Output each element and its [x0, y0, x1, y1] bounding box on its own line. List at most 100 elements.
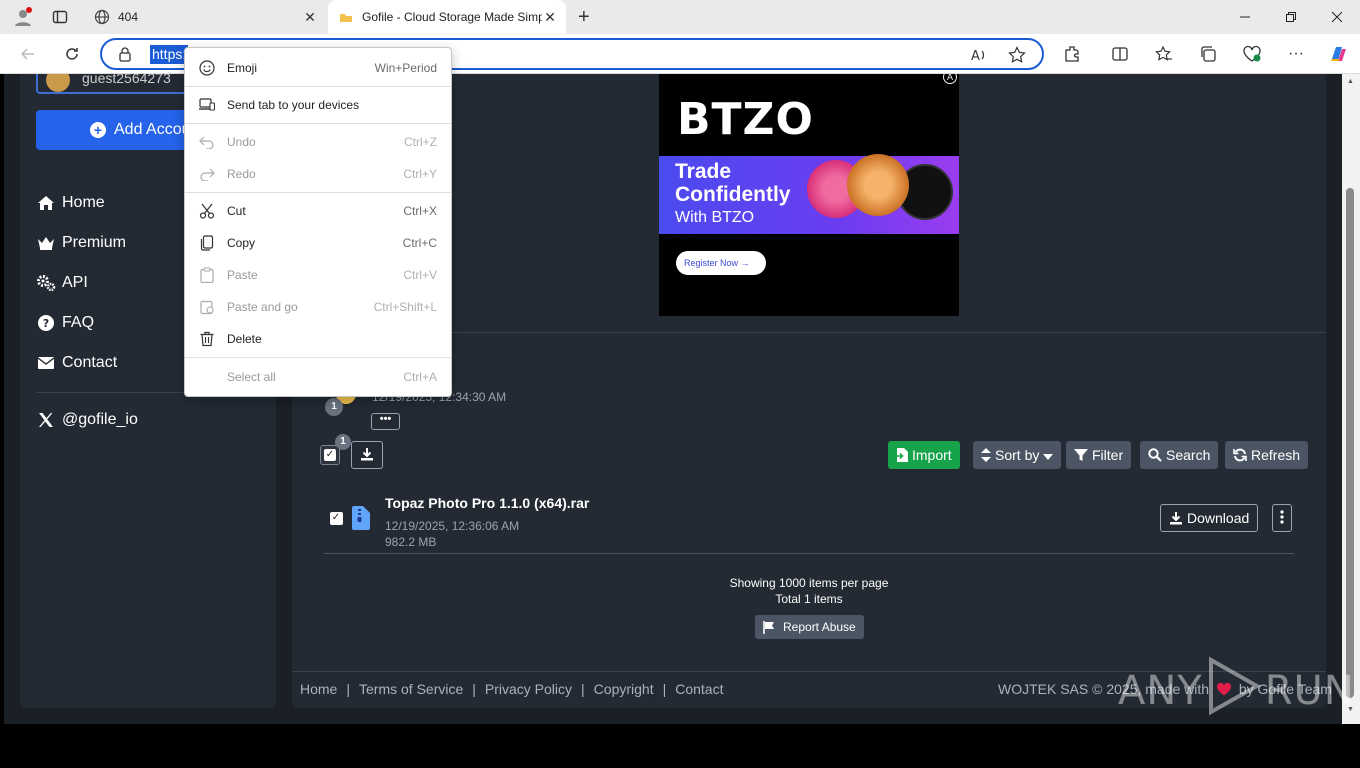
sidebar-item-label: FAQ [62, 314, 95, 331]
favorites-icon[interactable] [1154, 44, 1174, 64]
extensions-icon[interactable] [1062, 44, 1082, 64]
tab-title: Gofile - Cloud Storage Made Simp [362, 10, 542, 24]
menu-item-label: Undo [227, 135, 256, 149]
download-selected-button[interactable] [351, 441, 383, 469]
sidebar-item-premium[interactable]: Premium [36, 231, 126, 255]
tab-gofile[interactable]: Gofile - Cloud Storage Made Simp ✕ [328, 0, 566, 34]
menu-item-undo[interactable]: Undo Ctrl+Z [185, 126, 451, 158]
minimize-icon[interactable] [1222, 0, 1268, 34]
tab-404[interactable]: 404 ✕ [84, 0, 326, 34]
sidebar-item-twitter[interactable]: @gofile_io [36, 408, 138, 432]
footer-link-contact[interactable]: Contact [675, 681, 723, 697]
footer-link-privacy[interactable]: Privacy Policy [485, 681, 572, 697]
svg-text:?: ? [43, 317, 49, 330]
close-icon[interactable]: ✕ [542, 9, 558, 25]
question-circle-icon: ? [36, 313, 56, 333]
menu-separator [185, 192, 451, 193]
anyrun-watermark: ANY RUN [1118, 656, 1355, 726]
sidebar-item-label: Home [62, 194, 105, 211]
more-menu-icon[interactable]: ··· [1286, 44, 1306, 64]
selected-count-badge: 1 [335, 434, 351, 450]
ad-register-button[interactable]: Register Now → [676, 251, 766, 275]
sidebar-item-label: Contact [62, 354, 118, 371]
close-window-icon[interactable] [1314, 0, 1360, 34]
menu-item-copy[interactable]: Copy Ctrl+C [185, 227, 451, 259]
menu-item-send-tab[interactable]: Send tab to your devices [185, 89, 451, 121]
globe-icon [94, 9, 110, 25]
menu-item-shortcut: Ctrl+C [402, 236, 437, 250]
close-icon[interactable]: ✕ [302, 9, 318, 25]
footer-link-home[interactable]: Home [300, 681, 337, 697]
menu-item-paste-and-go[interactable]: Paste and go Ctrl+Shift+L [185, 291, 451, 323]
copilot-icon[interactable] [1328, 44, 1348, 64]
file-more-button[interactable] [1272, 504, 1292, 532]
menu-item-shortcut: Ctrl+V [403, 268, 437, 282]
sidebar-item-contact[interactable]: Contact [36, 351, 117, 375]
menu-item-shortcut: Ctrl+Shift+L [373, 300, 437, 314]
caret-down-icon [1043, 447, 1054, 463]
file-checkbox[interactable]: ✓ [328, 510, 344, 526]
filter-button[interactable]: Filter [1066, 441, 1132, 469]
browser-essentials-icon[interactable] [1242, 44, 1262, 64]
favorite-star-icon[interactable] [1008, 46, 1026, 69]
download-button[interactable]: Download [1160, 504, 1259, 532]
sort-by-label: Sort by [995, 447, 1040, 463]
sidebar-item-faq[interactable]: ? FAQ [36, 311, 94, 335]
lock-icon[interactable] [118, 46, 132, 67]
file-date: 12/19/2025, 12:36:06 AM [385, 519, 520, 533]
menu-item-cut[interactable]: Cut Ctrl+X [185, 195, 451, 227]
sort-icon [981, 448, 991, 462]
url-text[interactable]: https: [150, 45, 189, 64]
scrollbar-thumb[interactable] [1346, 188, 1354, 698]
table-row: ✓ Topaz Photo Pro 1.1.0 (x64).rar 12/19/… [324, 482, 1294, 554]
context-menu: Emoji Win+Period Send tab to your device… [184, 47, 452, 397]
svg-text:A: A [971, 49, 980, 64]
back-icon[interactable] [14, 40, 42, 68]
emoji-icon [199, 60, 215, 76]
folder-count-badge: 1 [325, 398, 343, 416]
flag-icon [763, 620, 775, 634]
read-aloud-icon[interactable]: A [970, 46, 988, 69]
paste-go-icon [199, 299, 215, 315]
menu-item-delete[interactable]: Delete [185, 323, 451, 355]
account-name: guest2564273 [82, 74, 171, 86]
refresh-icon [1233, 448, 1247, 462]
sidebar-item-api[interactable]: API [36, 271, 88, 295]
footer-separator: | [472, 681, 476, 697]
sort-by-button[interactable]: Sort by [973, 441, 1062, 469]
check-icon: ✓ [324, 449, 336, 461]
copy-icon [199, 235, 215, 251]
menu-item-redo[interactable]: Redo Ctrl+Y [185, 158, 451, 190]
menu-item-emoji[interactable]: Emoji Win+Period [185, 52, 451, 84]
footer-link-terms[interactable]: Terms of Service [359, 681, 463, 697]
report-abuse-button[interactable]: Report Abuse [755, 615, 864, 639]
gofile-favicon-icon [338, 9, 354, 25]
page-scrollbar[interactable]: ▲ ▼ [1342, 74, 1360, 724]
filter-label: Filter [1092, 447, 1124, 463]
sidebar-item-label: Premium [62, 234, 127, 251]
new-tab-icon[interactable]: + [578, 7, 598, 27]
file-name[interactable]: Topaz Photo Pro 1.1.0 (x64).rar [385, 495, 589, 511]
folder-more-button[interactable]: ••• [371, 413, 400, 430]
footer-link-copyright[interactable]: Copyright [594, 681, 654, 697]
import-button[interactable]: Import [888, 441, 960, 469]
split-screen-icon[interactable] [1110, 44, 1130, 64]
menu-item-shortcut: Ctrl+Z [404, 135, 437, 149]
search-button[interactable]: Search [1140, 441, 1219, 469]
restore-icon[interactable] [1268, 0, 1314, 34]
crown-icon [36, 233, 56, 253]
menu-item-select-all[interactable]: Select all Ctrl+A [185, 361, 451, 393]
scroll-up-icon[interactable]: ▲ [1347, 78, 1354, 85]
collections-icon[interactable] [1198, 44, 1218, 64]
footer-separator: | [346, 681, 350, 697]
reload-icon[interactable] [58, 40, 86, 68]
sidebar-item-home[interactable]: Home [36, 191, 105, 215]
refresh-button[interactable]: Refresh [1225, 441, 1309, 469]
menu-separator [185, 86, 451, 87]
profile-icon[interactable] [12, 6, 34, 28]
download-icon [360, 447, 374, 464]
tab-title: 404 [118, 10, 139, 24]
menu-item-paste[interactable]: Paste Ctrl+V [185, 259, 451, 291]
tab-actions-icon[interactable] [52, 9, 68, 25]
advertisement-banner[interactable]: BTZO Trade Confidently With BTZO Registe… [659, 74, 959, 316]
